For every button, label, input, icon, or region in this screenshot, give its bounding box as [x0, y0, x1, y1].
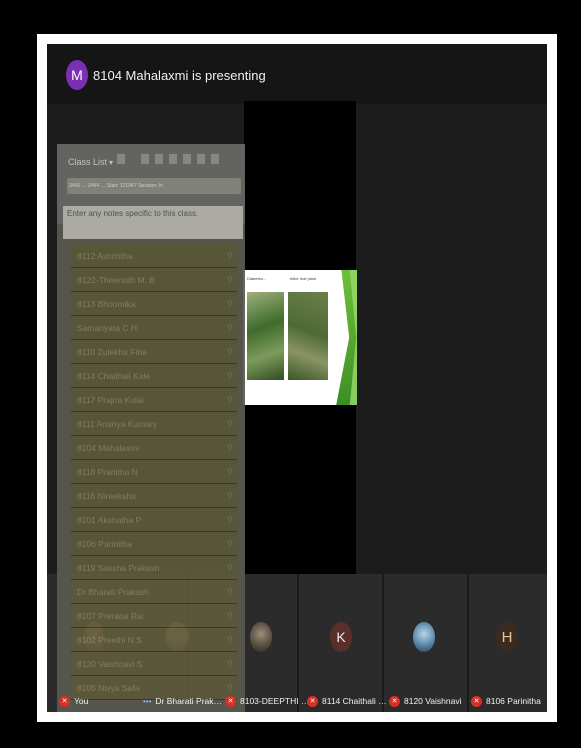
student-name: Dr Bharati Prakash: [77, 586, 149, 597]
student-status-icon[interactable]: ⚲: [227, 395, 233, 404]
slide-caption-right: bitter leaf plant: [290, 276, 317, 281]
student-row[interactable]: 8101 Akshatha P ⚲: [71, 508, 237, 532]
student-row[interactable]: 8122-Theertoth M. B ⚲: [71, 268, 237, 292]
student-status-icon[interactable]: ⚲: [227, 635, 233, 644]
toolbar-icon[interactable]: [141, 154, 149, 164]
presenter-avatar: M: [66, 60, 88, 90]
student-status-icon[interactable]: ⚲: [227, 515, 233, 524]
student-row[interactable]: 8120 Vaishnavi S ⚲: [71, 652, 237, 676]
toolbar-icon[interactable]: [211, 154, 219, 164]
student-row[interactable]: 8107 Prerana Rai ⚲: [71, 604, 237, 628]
student-status-icon[interactable]: ⚲: [227, 299, 233, 308]
student-row[interactable]: 8114 Chaithali Kale ⚲: [71, 364, 237, 388]
student-status-icon[interactable]: ⚲: [227, 539, 233, 548]
tile-divider: [467, 574, 469, 712]
student-status-icon[interactable]: ⚲: [227, 563, 233, 572]
student-name: 8114 Chaithali Kale: [77, 370, 151, 381]
student-name: 8119 Saksha Prakash: [77, 562, 160, 573]
tile-divider: [297, 574, 299, 712]
student-row[interactable]: 8111 Ananya Kumary ⚲: [71, 412, 237, 436]
student-name: 8111 Ananya Kumary: [77, 418, 158, 429]
participant-photo-vaishnavi[interactable]: [413, 622, 435, 652]
toolbar-icon[interactable]: [117, 154, 125, 164]
student-row[interactable]: 8116 Nireeksha ⚲: [71, 484, 237, 508]
student-status-icon[interactable]: ⚲: [227, 683, 233, 692]
student-row[interactable]: 8117 Prajna Kulal ⚲: [71, 388, 237, 412]
student-name: 8120 Vaishnavi S: [77, 658, 143, 669]
participant-label-bharati: ••• Dr Bharati Prak…: [143, 696, 223, 706]
audio-level-icon: •••: [143, 696, 152, 706]
mic-off-icon: ✕: [225, 695, 236, 707]
student-status-icon[interactable]: ⚲: [227, 659, 233, 668]
participant-photo-deepthi[interactable]: [250, 622, 272, 652]
mic-off-icon: ✕: [389, 695, 400, 707]
student-row[interactable]: 8102 Preethi N S ⚲: [71, 628, 237, 652]
student-status-icon[interactable]: ⚲: [227, 491, 233, 500]
shared-slide: Diabetes... bitter leaf plant: [243, 270, 357, 405]
participant-label-deepthi: ✕ 8103-DEEPTHI …: [225, 694, 309, 708]
participant-avatar-parinitha[interactable]: H: [496, 622, 518, 652]
student-name: 8105 Nivya Safa: [77, 682, 140, 693]
class-notes-field[interactable]: Enter any notes specific to this class.: [63, 206, 243, 239]
participant-label-parinitha: ✕ 8106 Parinitha: [471, 694, 541, 708]
class-list-header: Class List ▾ 3/4/5 … 3/4/4 … Start: 12/24…: [57, 144, 245, 239]
participant-avatar-chaithali[interactable]: K: [330, 622, 352, 652]
meeting-screen: M 8104 Mahalaxmi is presenting Diabetes.…: [47, 44, 547, 712]
student-status-icon[interactable]: ⚲: [227, 323, 233, 332]
mic-off-icon: ✕: [471, 695, 482, 707]
student-name: 8122-Theertoth M. B: [77, 274, 155, 285]
participant-label-vaishnavi: ✕ 8120 Vaishnavi: [389, 694, 462, 708]
participant-label-you: ✕ You: [59, 694, 88, 708]
student-row[interactable]: 8110 Zulekha Fiha ⚲: [71, 340, 237, 364]
student-row[interactable]: 8113 Bhoomika ⚲: [71, 292, 237, 316]
toolbar-icon[interactable]: [155, 154, 163, 164]
student-row[interactable]: 8112 Ashmitha ⚲: [71, 244, 237, 268]
student-row[interactable]: 8118 Pranitha N ⚲: [71, 460, 237, 484]
student-status-icon[interactable]: ⚲: [227, 371, 233, 380]
slide-plant-image-1: [247, 292, 284, 380]
student-status-icon[interactable]: ⚲: [227, 347, 233, 356]
student-status-icon[interactable]: ⚲: [227, 251, 233, 260]
slide-plant-image-2: [288, 292, 328, 380]
tile-divider: [382, 574, 384, 712]
student-name: 8116 Nireeksha: [77, 490, 136, 501]
student-status-icon[interactable]: ⚲: [227, 611, 233, 620]
class-list-toolbar[interactable]: 3/4/5 … 3/4/4 … Start: 12/24/7 Session: …: [67, 178, 241, 194]
chevron-down-icon: ▾: [109, 158, 114, 167]
student-row[interactable]: 8106 Parinitha ⚲: [71, 532, 237, 556]
student-row[interactable]: Dr Bharati Prakash ⚲: [71, 580, 237, 604]
mic-off-icon: ✕: [307, 695, 318, 707]
student-name: 8102 Preethi N S: [77, 634, 142, 645]
student-name: 8113 Bhoomika: [77, 298, 136, 309]
student-status-icon[interactable]: ⚲: [227, 587, 233, 596]
student-name: 8118 Pranitha N: [77, 466, 138, 477]
toolbar-icon[interactable]: [183, 154, 191, 164]
student-name: 8112 Ashmitha: [77, 250, 133, 261]
class-list-title[interactable]: Class List ▾: [68, 157, 113, 167]
student-row[interactable]: 8119 Saksha Prakash ⚲: [71, 556, 237, 580]
toolbar-icon[interactable]: [169, 154, 177, 164]
student-name: 8101 Akshatha P: [77, 514, 142, 525]
student-name: 8117 Prajna Kulal: [77, 394, 144, 405]
student-name: 8107 Prerana Rai: [77, 610, 144, 621]
student-name: Samanyata C H: [77, 322, 137, 333]
student-status-icon[interactable]: ⚲: [227, 443, 233, 452]
student-name: 8104 Mahalaxmi: [77, 442, 140, 453]
student-name: 8110 Zulekha Fiha: [77, 346, 147, 357]
toolbar-icon[interactable]: [197, 154, 205, 164]
presenting-header: M 8104 Mahalaxmi is presenting: [47, 44, 547, 104]
class-list-overlay: Class List ▾ 3/4/5 … 3/4/4 … Start: 12/24…: [57, 144, 245, 712]
student-status-icon[interactable]: ⚲: [227, 467, 233, 476]
student-row[interactable]: Samanyata C H ⚲: [71, 316, 237, 340]
mic-off-icon: ✕: [59, 695, 70, 707]
student-name: 8106 Parinitha: [77, 538, 132, 549]
student-status-icon[interactable]: ⚲: [227, 419, 233, 428]
participant-label-chaithali: ✕ 8114 Chaithali …: [307, 694, 387, 708]
slide-caption-left: Diabetes...: [247, 276, 267, 281]
student-list: 8112 Ashmitha ⚲ 8122-Theertoth M. B ⚲ 8113 B…: [71, 244, 237, 700]
student-status-icon[interactable]: ⚲: [227, 275, 233, 284]
presenting-label: 8104 Mahalaxmi is presenting: [93, 68, 266, 83]
student-row[interactable]: 8104 Mahalaxmi ⚲: [71, 436, 237, 460]
